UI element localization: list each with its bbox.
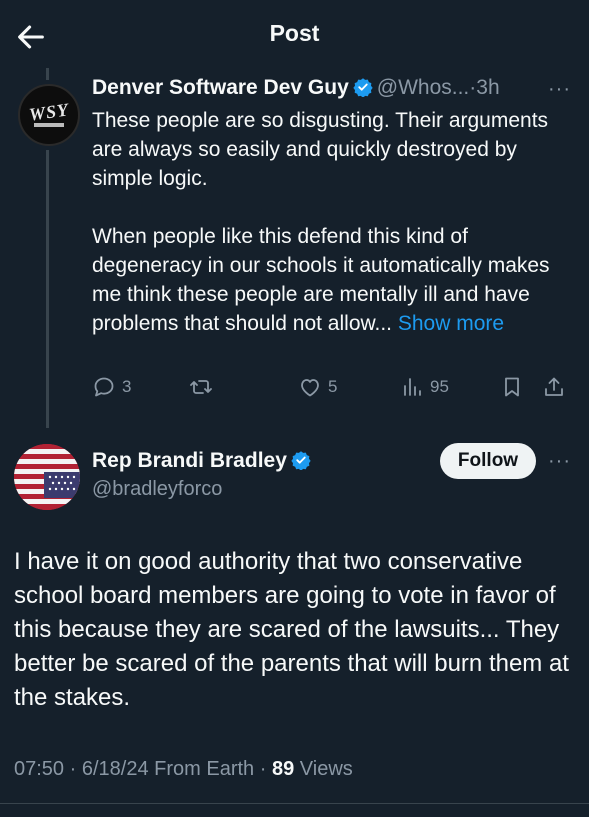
reply-count: 3: [122, 377, 132, 396]
more-icon[interactable]: ···: [548, 450, 571, 473]
like-button[interactable]: 5: [298, 375, 337, 399]
avatar[interactable]: WSY: [18, 84, 80, 146]
thread-line-top: [46, 68, 49, 80]
more-icon[interactable]: ···: [548, 78, 571, 101]
verified-badge-icon: [353, 77, 373, 103]
post-text: I have it on good authority that two con…: [14, 548, 569, 711]
bookmark-icon: [505, 377, 519, 397]
quoted-paragraph-1: These people are so disgusting. Their ar…: [92, 109, 549, 190]
verified-badge-icon: [291, 450, 311, 476]
author-handle[interactable]: @bradleyforco: [92, 478, 222, 501]
reply-button[interactable]: 3: [92, 375, 131, 399]
author-name-text[interactable]: Rep Brandi Bradley: [92, 449, 287, 472]
show-more-link[interactable]: Show more: [398, 312, 504, 335]
post-source: From Earth: [154, 758, 255, 780]
author-name: Rep Brandi Bradley: [92, 449, 315, 476]
thread-line: [46, 150, 49, 428]
post-views-count: 89: [271, 758, 295, 780]
author-handle[interactable]: @Whos...: [377, 76, 470, 99]
reply-icon: [94, 377, 114, 397]
like-icon: [301, 379, 319, 397]
quoted-paragraph-2: When people like this defend this kind o…: [92, 222, 562, 338]
separator: ·: [69, 758, 77, 780]
views-button[interactable]: 95: [400, 375, 449, 399]
post-meta: 07:50 · 6/18/24 From Earth · 89 Views: [14, 758, 353, 781]
share-button[interactable]: [542, 375, 572, 399]
views-count: 95: [430, 377, 449, 396]
repost-button[interactable]: [188, 375, 220, 399]
separator: ·: [259, 758, 267, 780]
action-bar: 3 5 95: [92, 375, 572, 405]
divider: [0, 803, 589, 804]
bookmark-button[interactable]: [500, 375, 530, 399]
avatar-logo-text: WSY: [27, 98, 71, 125]
avatar[interactable]: [14, 444, 80, 510]
quoted-body: These people are so disgusting. Their ar…: [92, 106, 562, 338]
page-title: Post: [269, 20, 320, 46]
header: Post: [0, 0, 589, 68]
like-count: 5: [328, 377, 338, 396]
author-name[interactable]: Denver Software Dev Guy: [92, 76, 349, 99]
views-icon: [404, 378, 421, 396]
post-time[interactable]: 07:50: [14, 758, 64, 780]
timestamp[interactable]: 3h: [476, 76, 499, 99]
post-views-label: Views: [299, 758, 353, 780]
quoted-header: Denver Software Dev Guy @Whos...·3h: [92, 76, 500, 103]
share-icon: [545, 377, 563, 396]
flag-image: [14, 444, 80, 510]
repost-icon: [190, 380, 212, 394]
post-date[interactable]: 6/18/24: [82, 758, 149, 780]
follow-button[interactable]: Follow: [440, 443, 536, 479]
